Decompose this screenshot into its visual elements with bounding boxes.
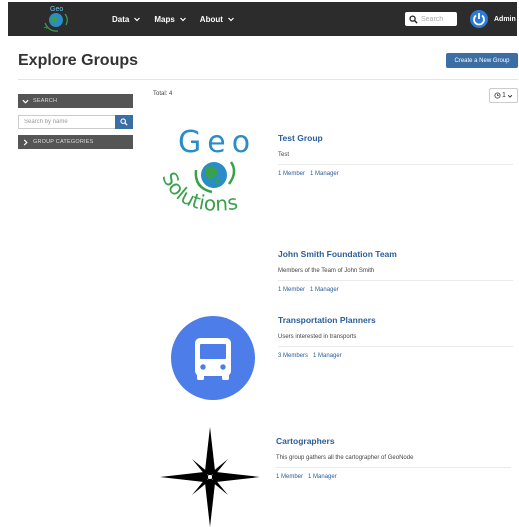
menu-maps[interactable]: Maps (154, 15, 186, 24)
menu-data-label: Data (112, 14, 130, 24)
chevron-down-icon (22, 99, 29, 104)
group-title[interactable]: Cartographers (276, 436, 335, 446)
group-title[interactable]: John Smith Foundation Team (278, 249, 397, 259)
chevron-down-icon (179, 17, 186, 22)
group-managers-link[interactable]: 1 Manager (310, 171, 339, 177)
group-members-link[interactable]: 1 Member (278, 171, 305, 177)
chevron-right-icon (23, 138, 28, 146)
logo-geo-text: Geo (178, 125, 256, 160)
group-members-link[interactable]: 1 Member (278, 287, 305, 293)
group-search-button[interactable] (115, 115, 133, 129)
group-divider (276, 467, 511, 468)
group-stats: 3 Members 1 Manager (278, 353, 513, 359)
group-description: Members of the Team of John Smith (278, 268, 375, 274)
group-description: Users interested in transports (278, 334, 357, 340)
group-search-input[interactable] (18, 115, 115, 129)
group-stats: 1 Member 1 Manager (278, 287, 513, 293)
chevron-down-icon (134, 17, 141, 22)
group-divider (278, 164, 513, 165)
group-members-link[interactable]: 3 Members (278, 353, 308, 359)
group-card: Cartographers This group gathers all the… (276, 431, 511, 480)
group-divider (278, 280, 513, 281)
menu-maps-label: Maps (154, 14, 175, 24)
group-divider (278, 346, 513, 347)
menu-about[interactable]: About (200, 15, 235, 24)
group-card: Transportation Planners Users interested… (278, 310, 513, 359)
logo-text: Geo (50, 6, 63, 13)
header-divider (18, 79, 518, 80)
group-stats: 1 Member 1 Manager (278, 171, 513, 177)
results-total: Total: 4 (153, 91, 173, 97)
group-title[interactable]: Test Group (278, 133, 323, 143)
group-managers-link[interactable]: 1 Manager (310, 287, 339, 293)
menu-about-label: About (199, 14, 223, 24)
bus-icon[interactable] (171, 316, 255, 400)
top-navbar: Geo Data Maps About Admin (8, 2, 517, 36)
pagination-dropdown[interactable]: 1 (489, 88, 518, 103)
group-search (18, 115, 133, 129)
geo-solutions-logo[interactable]: Geo (37, 2, 75, 36)
group-stats: 1 Member 1 Manager (276, 474, 511, 480)
main-menu: Data Maps About (112, 2, 248, 36)
compass-rose-icon[interactable] (158, 426, 262, 527)
user-menu[interactable]: Admin (494, 2, 519, 36)
navbar-search-input[interactable] (421, 15, 457, 23)
search-panel-toggle[interactable]: SEARCH (18, 94, 133, 108)
avatar[interactable] (470, 10, 488, 28)
page-title: Explore Groups (18, 52, 139, 69)
group-categories-label: GROUP CATEGORIES (33, 139, 94, 145)
group-description: Test (278, 152, 290, 158)
group-categories-toggle[interactable]: GROUP CATEGORIES (18, 135, 133, 149)
search-panel-label: SEARCH (33, 98, 58, 104)
clock-icon (494, 92, 501, 99)
group-title[interactable]: Transportation Planners (278, 315, 376, 325)
menu-data[interactable]: Data (112, 15, 141, 24)
group-card: John Smith Foundation Team Members of th… (278, 244, 513, 293)
navbar-search (405, 12, 457, 26)
search-icon (120, 118, 128, 126)
geo-solutions-logo[interactable]: Geo Solutions (156, 120, 272, 230)
group-managers-link[interactable]: 1 Manager (313, 353, 342, 359)
chevron-down-icon (227, 17, 234, 22)
create-group-button[interactable]: Create a New Group (446, 53, 518, 68)
pagination-current: 1 (502, 92, 506, 99)
group-card: Test Group Test 1 Member 1 Manager (278, 128, 513, 177)
search-icon[interactable] (409, 14, 418, 24)
chevron-down-icon (507, 94, 513, 98)
user-name: Admin (494, 15, 516, 23)
group-members-link[interactable]: 1 Member (276, 474, 303, 480)
group-description: This group gathers all the cartographer … (276, 455, 414, 461)
power-icon (473, 13, 485, 26)
group-managers-link[interactable]: 1 Manager (308, 474, 337, 480)
